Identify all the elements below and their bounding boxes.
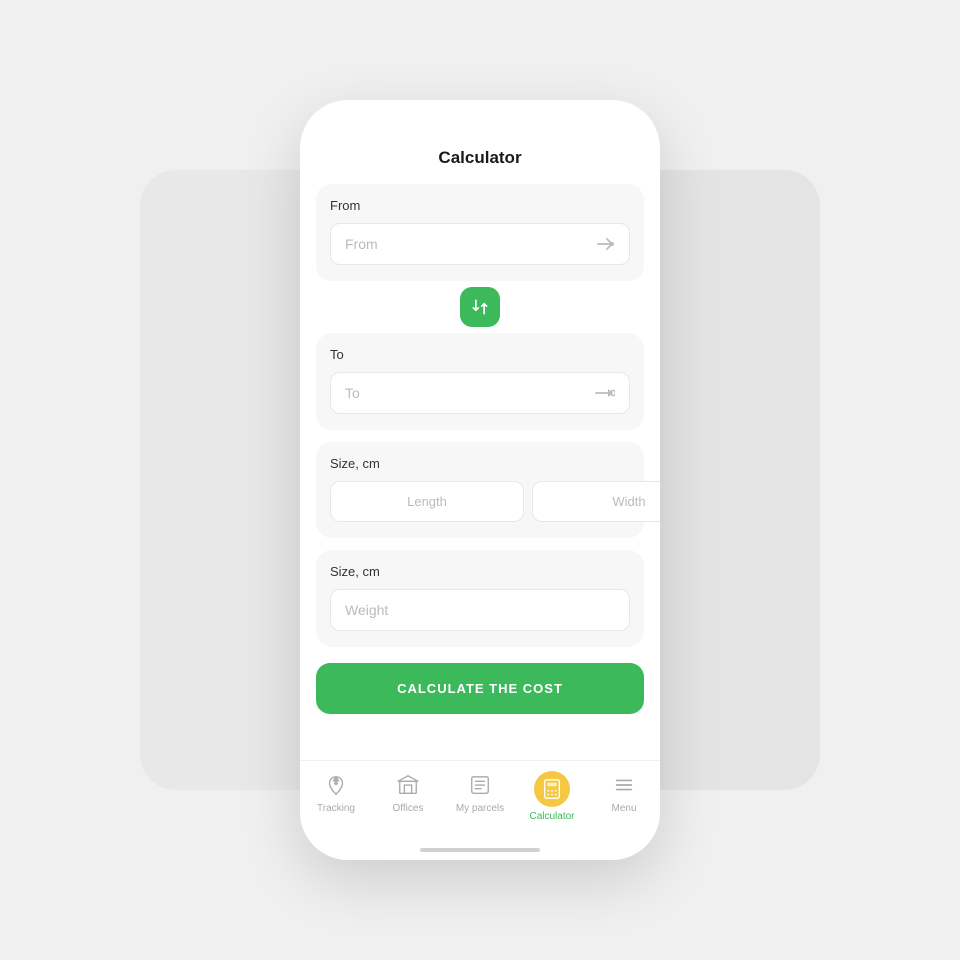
home-indicator [300, 840, 660, 860]
length-input[interactable] [330, 481, 524, 522]
menu-icon [610, 771, 638, 799]
calculator-icon [534, 771, 570, 807]
from-input[interactable] [345, 236, 597, 252]
size-row [330, 481, 630, 522]
size-label: Size, cm [330, 456, 630, 471]
weight-input[interactable] [345, 602, 615, 618]
to-arrow-icon [595, 386, 615, 400]
to-label: To [330, 347, 630, 362]
calculate-button[interactable]: CALCULATE THE COST [316, 663, 644, 714]
nav-calculator[interactable]: Calculator [516, 771, 588, 822]
bottom-nav: Tracking Offices [300, 760, 660, 840]
my-parcels-label: My parcels [456, 803, 504, 814]
to-card: To [316, 333, 644, 430]
weight-label: Size, cm [330, 564, 630, 579]
swap-button[interactable] [460, 287, 500, 327]
menu-label: Menu [611, 803, 636, 814]
offices-label: Offices [393, 803, 424, 814]
status-bar [300, 100, 660, 144]
from-arrow-icon [597, 237, 615, 251]
offices-icon [394, 771, 422, 799]
to-input[interactable] [345, 385, 595, 401]
tracking-icon [322, 771, 350, 799]
home-bar [420, 848, 540, 852]
weight-card: Size, cm [316, 550, 644, 647]
width-input[interactable] [532, 481, 660, 522]
swap-container [316, 287, 644, 327]
tracking-label: Tracking [317, 803, 355, 814]
my-parcels-icon [466, 771, 494, 799]
phone: Calculator From [300, 100, 660, 860]
content-area: From [300, 184, 660, 760]
from-label: From [330, 198, 630, 213]
calculator-label: Calculator [529, 811, 574, 822]
scene: Calculator From [130, 80, 830, 880]
nav-menu[interactable]: Menu [588, 771, 660, 814]
page-title: Calculator [300, 144, 660, 184]
nav-my-parcels[interactable]: My parcels [444, 771, 516, 814]
from-card: From [316, 184, 644, 281]
size-card: Size, cm [316, 442, 644, 538]
weight-input-wrapper[interactable] [330, 589, 630, 631]
nav-tracking[interactable]: Tracking [300, 771, 372, 814]
nav-offices[interactable]: Offices [372, 771, 444, 814]
from-input-wrapper[interactable] [330, 223, 630, 265]
to-input-wrapper[interactable] [330, 372, 630, 414]
